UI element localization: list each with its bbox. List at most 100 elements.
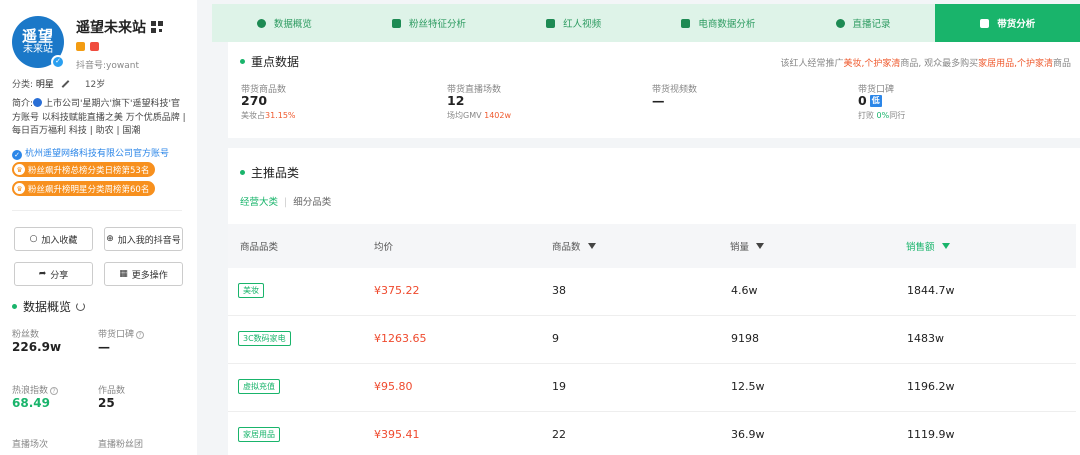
- stat-label: 热浪指数: [12, 386, 49, 396]
- col-header-revenue[interactable]: 销售额: [906, 239, 950, 253]
- bio: 简介: 上市公司'星期六'旗下'遥望科技'官方账号 以科技赋能直播之美 万个优质品…: [12, 98, 188, 139]
- avg-price-cell: ¥95.80: [374, 380, 413, 393]
- tab-label: 电商数据分析: [698, 19, 756, 30]
- categories-title-text: 主推品类: [251, 166, 300, 180]
- rank-badge-text: 粉丝飙升榜总榜分类日榜第53名: [28, 165, 150, 176]
- category-tag[interactable]: 3C数码家电: [238, 331, 291, 346]
- sales-cell: 12.5w: [731, 380, 765, 393]
- sort-desc-icon: [941, 243, 950, 249]
- subtab-separator: |: [284, 197, 288, 208]
- main-categories-card: 主推品类 经营大类 | 细分品类 商品品类 均价 商品数 销量 销售额 美妆 ¥37…: [228, 148, 1080, 455]
- key-data-title-text: 重点数据: [251, 55, 300, 69]
- avatar-text: 遥望: [21, 26, 54, 45]
- bullet-dot: [240, 59, 245, 64]
- plus-circle-icon: ⊕: [106, 234, 114, 244]
- col-header-text: 商品品类: [240, 242, 279, 253]
- share-button-label: 分享: [50, 270, 69, 281]
- tab-sales-analysis[interactable]: 带货分析: [935, 4, 1080, 42]
- stat-value: 68.49: [12, 396, 50, 410]
- table-row[interactable]: 3C数码家电 ¥1263.65 9 9198 1483w: [228, 316, 1076, 364]
- refresh-icon[interactable]: [76, 302, 86, 311]
- table-header: 商品品类 均价 商品数 销量 销售额: [228, 224, 1076, 268]
- note-text: 商品: [1052, 59, 1071, 69]
- tab-ecommerce-analysis[interactable]: 电商数据分析: [646, 4, 791, 42]
- stat-label: 粉丝数: [12, 330, 40, 340]
- sales-cell: 4.6w: [731, 284, 758, 297]
- douyin-id: 抖音号:yowant: [76, 61, 139, 71]
- kd-value: —: [652, 93, 665, 108]
- tab-label: 数据概览: [273, 19, 312, 30]
- col-header-count[interactable]: 商品数: [552, 239, 596, 253]
- stat-label: 带货口碑: [98, 330, 135, 340]
- circle-icon: ○: [29, 234, 38, 244]
- note-highlight: 美妆,个护家清: [843, 59, 901, 69]
- sort-desc-icon: [756, 243, 765, 249]
- stat-label-row: 带货口碑?: [98, 327, 145, 340]
- rank-badge-text: 粉丝飙升榜明星分类周榜第60名: [28, 184, 150, 195]
- favorite-button[interactable]: ○ 加入收藏: [14, 227, 93, 251]
- profile-name-row: 遥望未来站: [76, 17, 163, 37]
- company-verification[interactable]: ✓ 杭州遥望网络科技有限公司官方账号: [12, 146, 169, 160]
- category-label: 分类:: [12, 80, 34, 90]
- tab-label: 粉丝特征分析: [409, 19, 467, 30]
- kd-sub-text: 美妆占: [241, 111, 265, 120]
- table-row[interactable]: 家居用品 ¥395.41 22 36.9w 1119.9w: [228, 412, 1076, 455]
- add-my-account-button[interactable]: ⊕ 加入我的抖音号: [104, 227, 183, 251]
- count-cell: 38: [552, 284, 566, 297]
- key-data-title: 重点数据: [240, 53, 299, 70]
- tab-data-overview[interactable]: 数据概览: [212, 4, 357, 42]
- profile-name: 遥望未来站: [76, 20, 146, 36]
- col-header-text: 销量: [730, 242, 750, 253]
- tab-influencer-videos[interactable]: 红人视频: [501, 4, 646, 42]
- tab-label: 红人视频: [563, 19, 602, 30]
- check-icon: ✓: [12, 150, 22, 160]
- overview-title: 数据概览: [12, 298, 86, 315]
- bullet-dot: [12, 304, 17, 309]
- table-row[interactable]: 美妆 ¥375.22 38 4.6w 1844.7w: [228, 268, 1076, 316]
- qr-code-icon[interactable]: [151, 21, 163, 33]
- col-header-sales[interactable]: 销量: [730, 239, 765, 253]
- category-tag[interactable]: 虚拟充值: [238, 379, 280, 394]
- key-data-card: 重点数据 该红人经常推广美妆,个护家清商品, 观众最多购买家居用品,个护家清商品…: [228, 42, 1080, 138]
- col-header-text: 商品数: [552, 242, 581, 253]
- avatar[interactable]: 遥望 未来站 ✓: [12, 16, 65, 69]
- platform-icons: [76, 42, 99, 51]
- count-cell: 9: [552, 332, 559, 345]
- revenue-cell: 1844.7w: [907, 284, 955, 297]
- category-tag[interactable]: 家居用品: [238, 427, 280, 442]
- bullet-dot: [240, 170, 245, 175]
- video-camera-icon: [546, 18, 556, 28]
- stat-value: —: [98, 340, 110, 354]
- count-cell: 22: [552, 428, 566, 441]
- calendar-icon: [681, 18, 691, 28]
- category-tag[interactable]: 美妆: [238, 283, 264, 298]
- kd-sub-text: 场均GMV: [447, 111, 482, 120]
- kd-value: 0: [858, 93, 867, 108]
- shop-icon: [76, 42, 85, 51]
- more-actions-button[interactable]: ▦ 更多操作: [104, 262, 183, 286]
- col-header-text: 均价: [374, 242, 394, 253]
- subtab-main-category[interactable]: 经营大类: [240, 197, 278, 208]
- revenue-cell: 1196.2w: [907, 380, 955, 393]
- subtab-sub-category[interactable]: 细分品类: [293, 197, 331, 208]
- live-icon: [90, 42, 99, 51]
- help-icon[interactable]: ?: [50, 387, 59, 395]
- profile-sidebar: 遥望 未来站 ✓ 遥望未来站 抖音号:yowant 分类: 明星 12岁 简介:…: [0, 0, 197, 455]
- avg-price-cell: ¥375.22: [374, 284, 420, 297]
- help-icon[interactable]: ?: [136, 331, 145, 339]
- tab-live-records[interactable]: 直播记录: [791, 4, 936, 42]
- kd-sub-highlight: 0%: [876, 111, 890, 120]
- share-icon: ➦: [38, 269, 47, 279]
- rank-badge[interactable]: ♛ 粉丝飙升榜总榜分类日榜第53名: [12, 162, 156, 177]
- table-row[interactable]: 虚拟充值 ¥95.80 19 12.5w 1196.2w: [228, 364, 1076, 412]
- stat-value: 226.9w: [12, 340, 62, 354]
- verified-icon: ✓: [51, 55, 65, 69]
- edit-icon[interactable]: [61, 80, 70, 88]
- divider: [12, 210, 182, 211]
- tab-fan-analysis[interactable]: 粉丝特征分析: [357, 4, 502, 42]
- kd-value-row: 0低: [858, 93, 882, 108]
- rank-badge[interactable]: ♛ 粉丝飙升榜明星分类周榜第60名: [12, 181, 156, 196]
- stat-label: 直播场次: [12, 440, 49, 450]
- stat-label-row: 热浪指数?: [12, 383, 59, 396]
- share-button[interactable]: ➦ 分享: [14, 262, 93, 286]
